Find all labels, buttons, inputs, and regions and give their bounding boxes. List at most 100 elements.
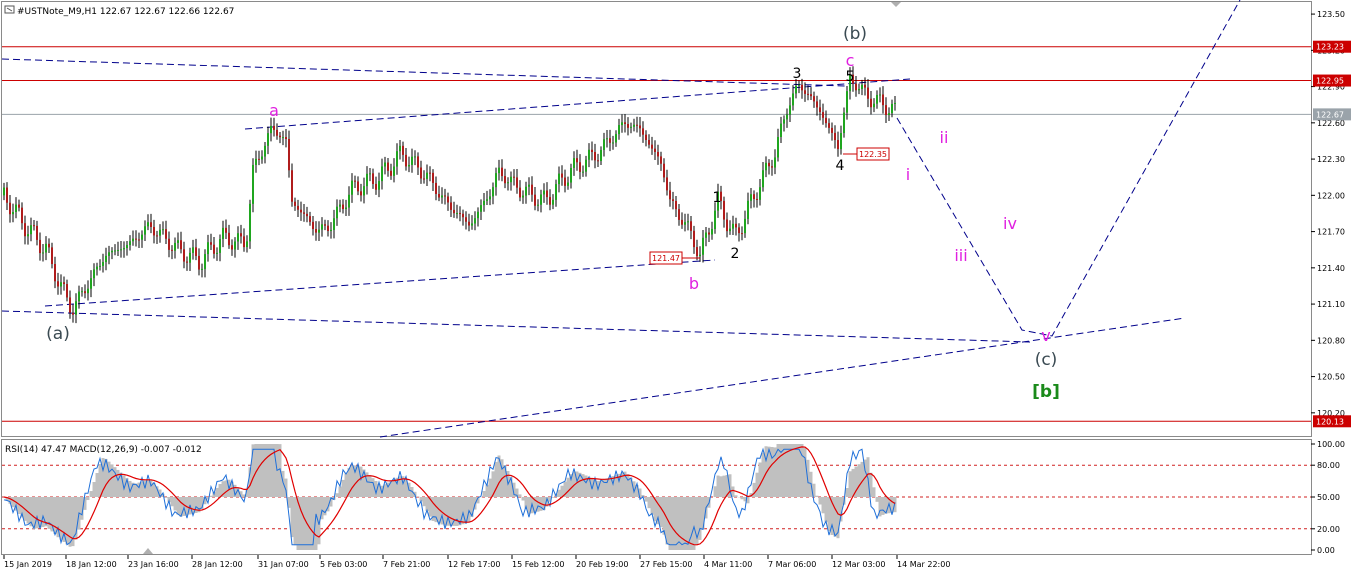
- candle-bull: [540, 194, 542, 205]
- candle-bull: [780, 123, 782, 137]
- symbol-header: #USTNote_M9,H1 122.67 122.67 122.66 122.…: [17, 7, 234, 17]
- candle-bull: [762, 170, 764, 188]
- candle-bear: [66, 284, 68, 298]
- candle-bull: [114, 250, 116, 252]
- candle-bull: [234, 241, 236, 250]
- candle-bull: [141, 234, 143, 240]
- candle-bear: [72, 312, 74, 315]
- time-tick-label: 7 Feb 21:00: [383, 560, 430, 569]
- candle-bull: [414, 156, 416, 158]
- candle-bull: [558, 173, 560, 185]
- candle-bear: [309, 216, 311, 222]
- candle-bear: [54, 264, 56, 282]
- candle-bear: [546, 190, 548, 198]
- candle-bull: [111, 250, 113, 253]
- candle-bull: [789, 105, 791, 115]
- candle-bull: [75, 301, 77, 315]
- candle-bear: [681, 219, 683, 225]
- candle-bull: [408, 164, 410, 167]
- candle-bull: [381, 166, 383, 182]
- candle-bear: [756, 198, 758, 200]
- candle-bear: [576, 158, 578, 163]
- candle-bull: [126, 245, 128, 249]
- candle-bear: [417, 156, 419, 168]
- candle-bull: [621, 122, 623, 126]
- price-marker-label: 122.95: [1316, 77, 1344, 86]
- candle-bull: [567, 182, 569, 186]
- candle-bull: [687, 221, 689, 223]
- candle-bull: [207, 242, 209, 255]
- candle-bull: [528, 184, 530, 187]
- candle-bull: [879, 94, 881, 96]
- wave-label: 4: [836, 158, 845, 174]
- candle-bear: [438, 193, 440, 198]
- candle-bear: [804, 90, 806, 94]
- candle-bear: [21, 207, 23, 224]
- candle-bear: [753, 194, 755, 199]
- candle-bull: [711, 228, 713, 235]
- candle-bull: [411, 156, 413, 165]
- candle-bear: [420, 167, 422, 179]
- candle-bear: [312, 221, 314, 230]
- candle-bear: [885, 105, 887, 116]
- candle-bull: [483, 200, 485, 206]
- candle-bull: [384, 162, 386, 167]
- indicator-tick-label: 80.00: [1317, 461, 1340, 470]
- candle-bull: [339, 204, 341, 207]
- candle-bull: [108, 252, 110, 256]
- candle-bear: [579, 162, 581, 172]
- candle-bull: [117, 249, 119, 251]
- candle-bear: [666, 177, 668, 191]
- candle-bull: [582, 171, 584, 173]
- candle-bull: [510, 176, 512, 183]
- candle-bear: [651, 144, 653, 149]
- candle-bull: [144, 226, 146, 235]
- candle-bull: [480, 205, 482, 212]
- candle-bull: [261, 156, 263, 160]
- candle-bull: [846, 91, 848, 113]
- candle-bear: [735, 223, 737, 228]
- candle-bull: [705, 232, 707, 238]
- candle-bear: [138, 239, 140, 241]
- candle-bear: [807, 93, 809, 95]
- time-tick-label: 27 Feb 15:00: [640, 560, 692, 569]
- candle-bear: [768, 162, 770, 167]
- candle-bull: [489, 196, 491, 200]
- candle-bull: [600, 149, 602, 162]
- candle-bull: [426, 172, 428, 179]
- candle-bear: [825, 117, 827, 124]
- candle-bull: [507, 182, 509, 184]
- candle-bull: [27, 234, 29, 237]
- candle-bull: [318, 229, 320, 233]
- candle-bear: [375, 183, 377, 190]
- price-label-text: 122.35: [859, 150, 887, 159]
- candle-bull: [840, 133, 842, 150]
- candle-bear: [405, 154, 407, 167]
- candle-bear: [213, 244, 215, 254]
- candle-bull: [249, 203, 251, 242]
- candle-bull: [456, 213, 458, 215]
- candle-bull: [270, 125, 272, 134]
- candle-bull: [729, 228, 731, 232]
- candle-bull: [750, 194, 752, 201]
- candle-bear: [303, 212, 305, 214]
- candle-bear: [534, 194, 536, 206]
- candle-bear: [810, 94, 812, 97]
- candle-bull: [699, 254, 701, 257]
- candle-bull: [204, 254, 206, 269]
- candle-bull: [81, 291, 83, 293]
- candle-bull: [3, 187, 5, 196]
- candle-bear: [291, 170, 293, 202]
- candle-bull: [633, 124, 635, 127]
- candle-bull: [732, 223, 734, 229]
- wave-label: c: [846, 51, 855, 70]
- time-tick-label: 23 Jan 16:00: [128, 560, 179, 569]
- candle-bull: [522, 195, 524, 198]
- candle-bull: [93, 269, 95, 279]
- candle-bear: [591, 149, 593, 153]
- candle-bear: [660, 156, 662, 164]
- candle-bull: [759, 187, 761, 200]
- candle-bear: [834, 132, 836, 141]
- candle-bull: [345, 207, 347, 210]
- candle-bear: [642, 128, 644, 135]
